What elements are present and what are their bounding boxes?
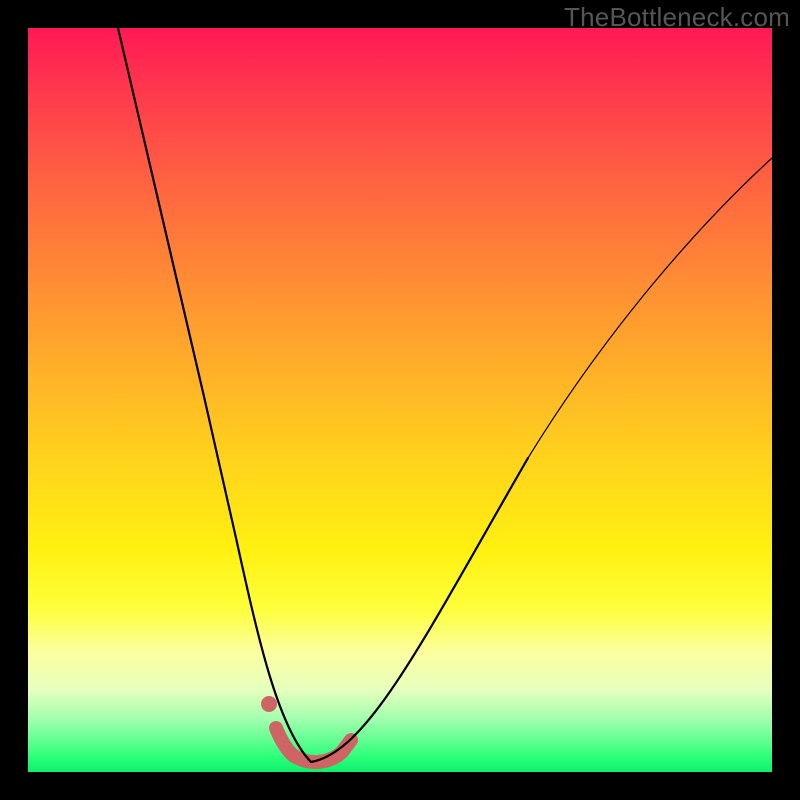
right-curve-lower	[311, 458, 528, 762]
pink-bottom-band	[276, 728, 351, 762]
chart-plot-area	[28, 28, 772, 772]
chart-svg	[28, 28, 772, 772]
watermark-text: TheBottleneck.com	[564, 2, 790, 33]
pink-dot-marker	[261, 696, 277, 712]
right-curve-upper	[528, 158, 772, 458]
left-curve	[118, 28, 311, 762]
